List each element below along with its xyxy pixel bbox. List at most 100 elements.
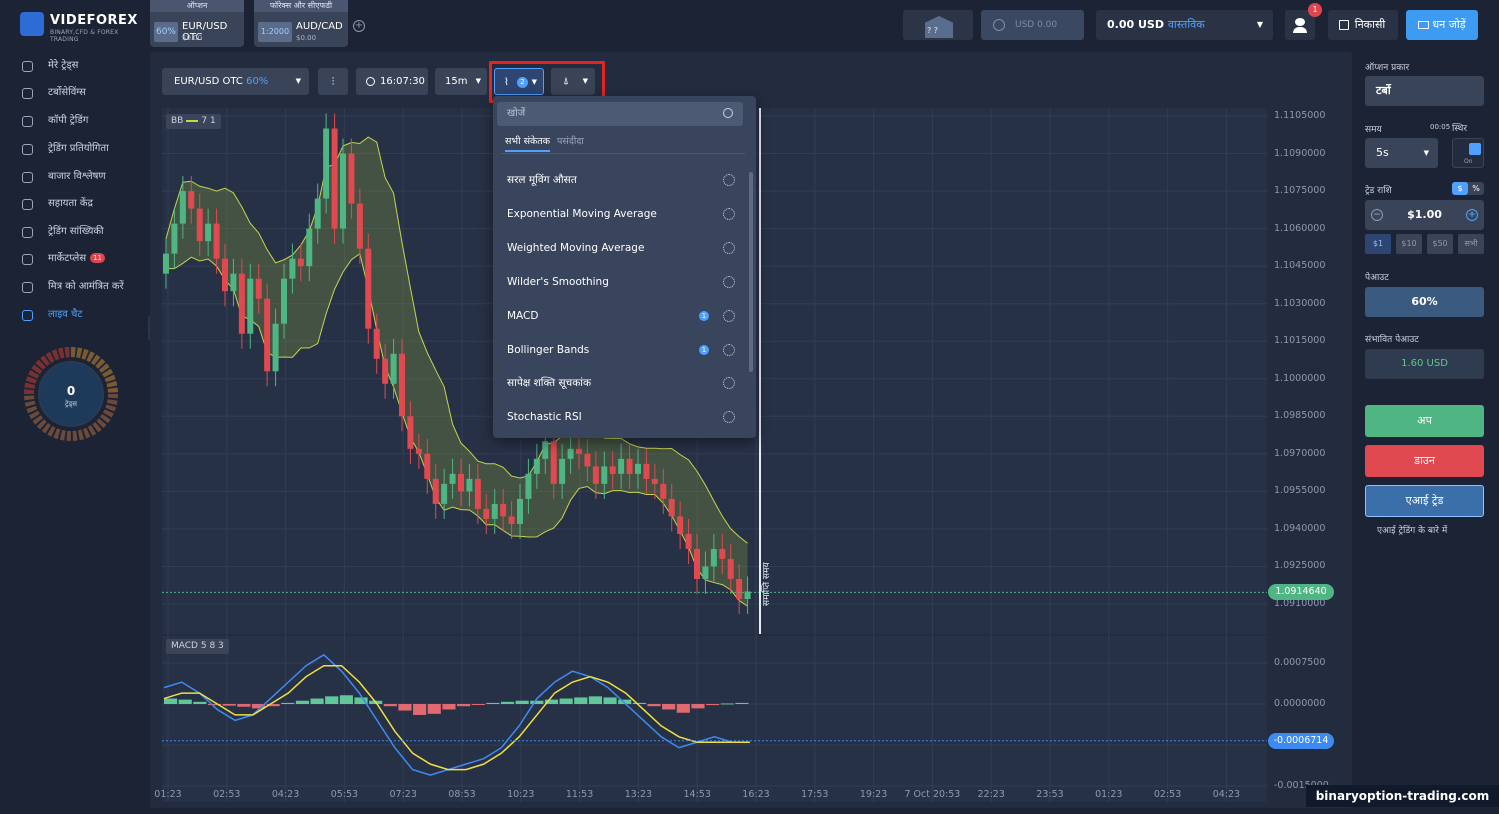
candle-body bbox=[466, 478, 473, 492]
asset-tab-eurusd[interactable]: ऑप्शन 60% EUR/USD OTC $0.00 bbox=[150, 0, 244, 47]
gear-icon[interactable] bbox=[723, 411, 735, 423]
withdraw-button[interactable]: निकासी bbox=[1328, 10, 1398, 40]
macd-histogram-bar bbox=[442, 704, 456, 710]
dollar-option[interactable]: $ bbox=[1452, 182, 1468, 195]
potential-payout: 1.60 USD bbox=[1365, 349, 1484, 379]
sidebar-item-statistics[interactable]: ट्रेडिंग सांख्यिकी bbox=[22, 223, 142, 241]
user-icon bbox=[1295, 18, 1305, 26]
macd-histogram-bar bbox=[310, 698, 324, 704]
candle-body bbox=[247, 278, 254, 334]
indicator-search-input[interactable]: खोजें bbox=[497, 102, 743, 126]
expiry-time-select[interactable]: 5s ▼ bbox=[1365, 138, 1438, 168]
gear-icon[interactable] bbox=[723, 377, 735, 389]
indicator-item[interactable]: सरल मूविंग औसत bbox=[507, 170, 737, 190]
gear-icon[interactable] bbox=[723, 276, 735, 288]
indicator-item[interactable]: MACD 1 bbox=[507, 306, 737, 326]
indicator-item[interactable]: Wilder's Smoothing bbox=[507, 272, 737, 292]
indicator-item[interactable]: सापेक्ष शक्ति सूचकांक bbox=[507, 373, 737, 393]
sidebar-item-label: मार्केटप्लेस bbox=[48, 253, 87, 264]
asset-tab-payout: 60% bbox=[154, 22, 178, 42]
price-tick-label: 1.1000000 bbox=[1274, 372, 1326, 384]
time-tick-label: 11:53 bbox=[565, 789, 594, 800]
indicator-item[interactable]: Stochastic RSI bbox=[507, 407, 737, 427]
indicator-item-label: सापेक्ष शक्ति सूचकांक bbox=[507, 377, 592, 389]
preset-amount[interactable]: $1 bbox=[1365, 234, 1391, 254]
candle-body bbox=[491, 503, 498, 519]
sidebar-item-turbosavings[interactable]: टर्बोसेविंग्स bbox=[22, 84, 142, 102]
sidebar-item-competition[interactable]: ट्रेडिंग प्रतियोगिता bbox=[22, 140, 142, 158]
preset-amount[interactable]: $10 bbox=[1396, 234, 1422, 254]
macd-histogram-bar bbox=[339, 695, 353, 704]
macd-histogram-bar bbox=[559, 698, 573, 704]
candle-body bbox=[508, 516, 515, 524]
deposit-button[interactable]: धन जोड़ें bbox=[1406, 10, 1478, 40]
candle-body bbox=[533, 458, 540, 474]
indicator-count-badge: 1 bbox=[699, 311, 709, 321]
divider bbox=[501, 153, 745, 154]
tab-all-indicators[interactable]: सभी संकेतक bbox=[505, 134, 551, 152]
percent-option[interactable]: % bbox=[1468, 182, 1484, 195]
gear-icon bbox=[22, 254, 33, 265]
preset-amount[interactable]: सभी bbox=[1458, 234, 1484, 254]
demo-account-button[interactable]: USD 0.00 bbox=[981, 10, 1084, 40]
down-button[interactable]: डाउन bbox=[1365, 445, 1484, 477]
indicator-item[interactable]: Bollinger Bands 1 bbox=[507, 340, 737, 360]
asset-tab-audcad[interactable]: फॉरेक्स और सीएफडी 1:2000 AUD/CAD $0.00 bbox=[254, 0, 348, 47]
amount-input[interactable]: − $1.00 + bbox=[1365, 200, 1484, 230]
tab-favorites[interactable]: पसंदीदा bbox=[557, 134, 584, 150]
add-tab-icon[interactable]: + bbox=[353, 20, 365, 32]
gear-icon[interactable] bbox=[723, 310, 735, 322]
bonus-chest-button[interactable]: ? ? bbox=[903, 10, 973, 40]
amount-mode-toggle[interactable]: $ % bbox=[1452, 182, 1484, 195]
chest-text: ? ? bbox=[927, 26, 939, 35]
sidebar-item-market-analysis[interactable]: बाजार विश्लेषण bbox=[22, 168, 142, 186]
candle-body bbox=[314, 198, 321, 229]
chart-type-button[interactable]: ⫶ bbox=[318, 68, 348, 95]
amount-value: $1.00 bbox=[1407, 208, 1442, 221]
candle-body bbox=[255, 278, 262, 299]
macd-tick-label: 0.0000000 bbox=[1274, 698, 1326, 709]
marketplace-badge: 11 bbox=[90, 253, 106, 263]
sidebar-item-copy-trading[interactable]: कॉपी ट्रेडिंग bbox=[22, 112, 142, 130]
sidebar-item-live-chat[interactable]: लाइव चैट bbox=[22, 306, 142, 324]
indicator-item[interactable]: Exponential Moving Average bbox=[507, 204, 737, 224]
gear-icon[interactable] bbox=[723, 344, 735, 356]
option-type-select[interactable]: टर्बो bbox=[1365, 76, 1484, 106]
time-tick-label: 16:23 bbox=[742, 789, 770, 800]
candle-body bbox=[205, 223, 212, 242]
trades-ring[interactable]: 0 ट्रेड्स bbox=[22, 345, 120, 443]
dropdown-scrollbar[interactable] bbox=[749, 172, 753, 372]
sidebar-item-my-trades[interactable]: मेरे ट्रेड्स bbox=[22, 57, 142, 75]
plus-icon[interactable]: + bbox=[1466, 209, 1478, 221]
real-account-select[interactable]: 0.00 USD वास्तविक ▼ bbox=[1096, 10, 1273, 40]
macd-histogram-bar bbox=[662, 704, 676, 710]
up-button[interactable]: अप bbox=[1365, 405, 1484, 437]
server-time: 16:07:30 bbox=[356, 68, 428, 95]
macd-legend[interactable]: MACD 5 8 3 bbox=[166, 639, 229, 654]
sidebar-item-marketplace[interactable]: मार्केटप्लेस 11 bbox=[22, 250, 142, 268]
asset-select[interactable]: EUR/USD OTC 60% ▼ bbox=[162, 68, 309, 95]
gear-icon[interactable] bbox=[723, 174, 735, 186]
bb-legend[interactable]: BB 7 1 bbox=[166, 114, 221, 129]
macd-histogram-bar bbox=[588, 696, 602, 704]
candle-body bbox=[609, 466, 616, 474]
sidebar-item-invite[interactable]: मित्र को आमंत्रित करें bbox=[22, 278, 142, 296]
gear-icon[interactable] bbox=[723, 242, 735, 254]
ai-trade-button[interactable]: एआई ट्रेड bbox=[1365, 485, 1484, 517]
sidebar-item-help[interactable]: सहायता केंद्र bbox=[22, 195, 142, 213]
indicator-item[interactable]: Weighted Moving Average bbox=[507, 238, 737, 258]
demo-balance: USD 0.00 bbox=[1015, 20, 1058, 30]
asset-tab-category: फॉरेक्स और सीएफडी bbox=[254, 0, 348, 12]
indicator-item-label: Wilder's Smoothing bbox=[507, 276, 609, 288]
timeframe-select[interactable]: 15m ▼ bbox=[435, 68, 487, 95]
candle-body bbox=[188, 191, 195, 209]
preset-amount[interactable]: $50 bbox=[1427, 234, 1453, 254]
fixed-time-toggle[interactable]: On bbox=[1452, 138, 1484, 168]
minus-icon[interactable]: − bbox=[1371, 209, 1383, 221]
server-time-value: 16:07:30 bbox=[380, 76, 425, 87]
indicators-dropdown: खोजें सभी संकेतक पसंदीदा सरल मूविंग औसत … bbox=[493, 96, 756, 438]
gear-icon[interactable] bbox=[723, 208, 735, 220]
ai-about-link[interactable]: एआई ट्रेडिंग के बारे में bbox=[1377, 523, 1447, 536]
logo[interactable]: VIDEFOREX BINARY,CFD & FOREX TRADING bbox=[20, 12, 145, 43]
macd-histogram-bar bbox=[457, 704, 471, 707]
